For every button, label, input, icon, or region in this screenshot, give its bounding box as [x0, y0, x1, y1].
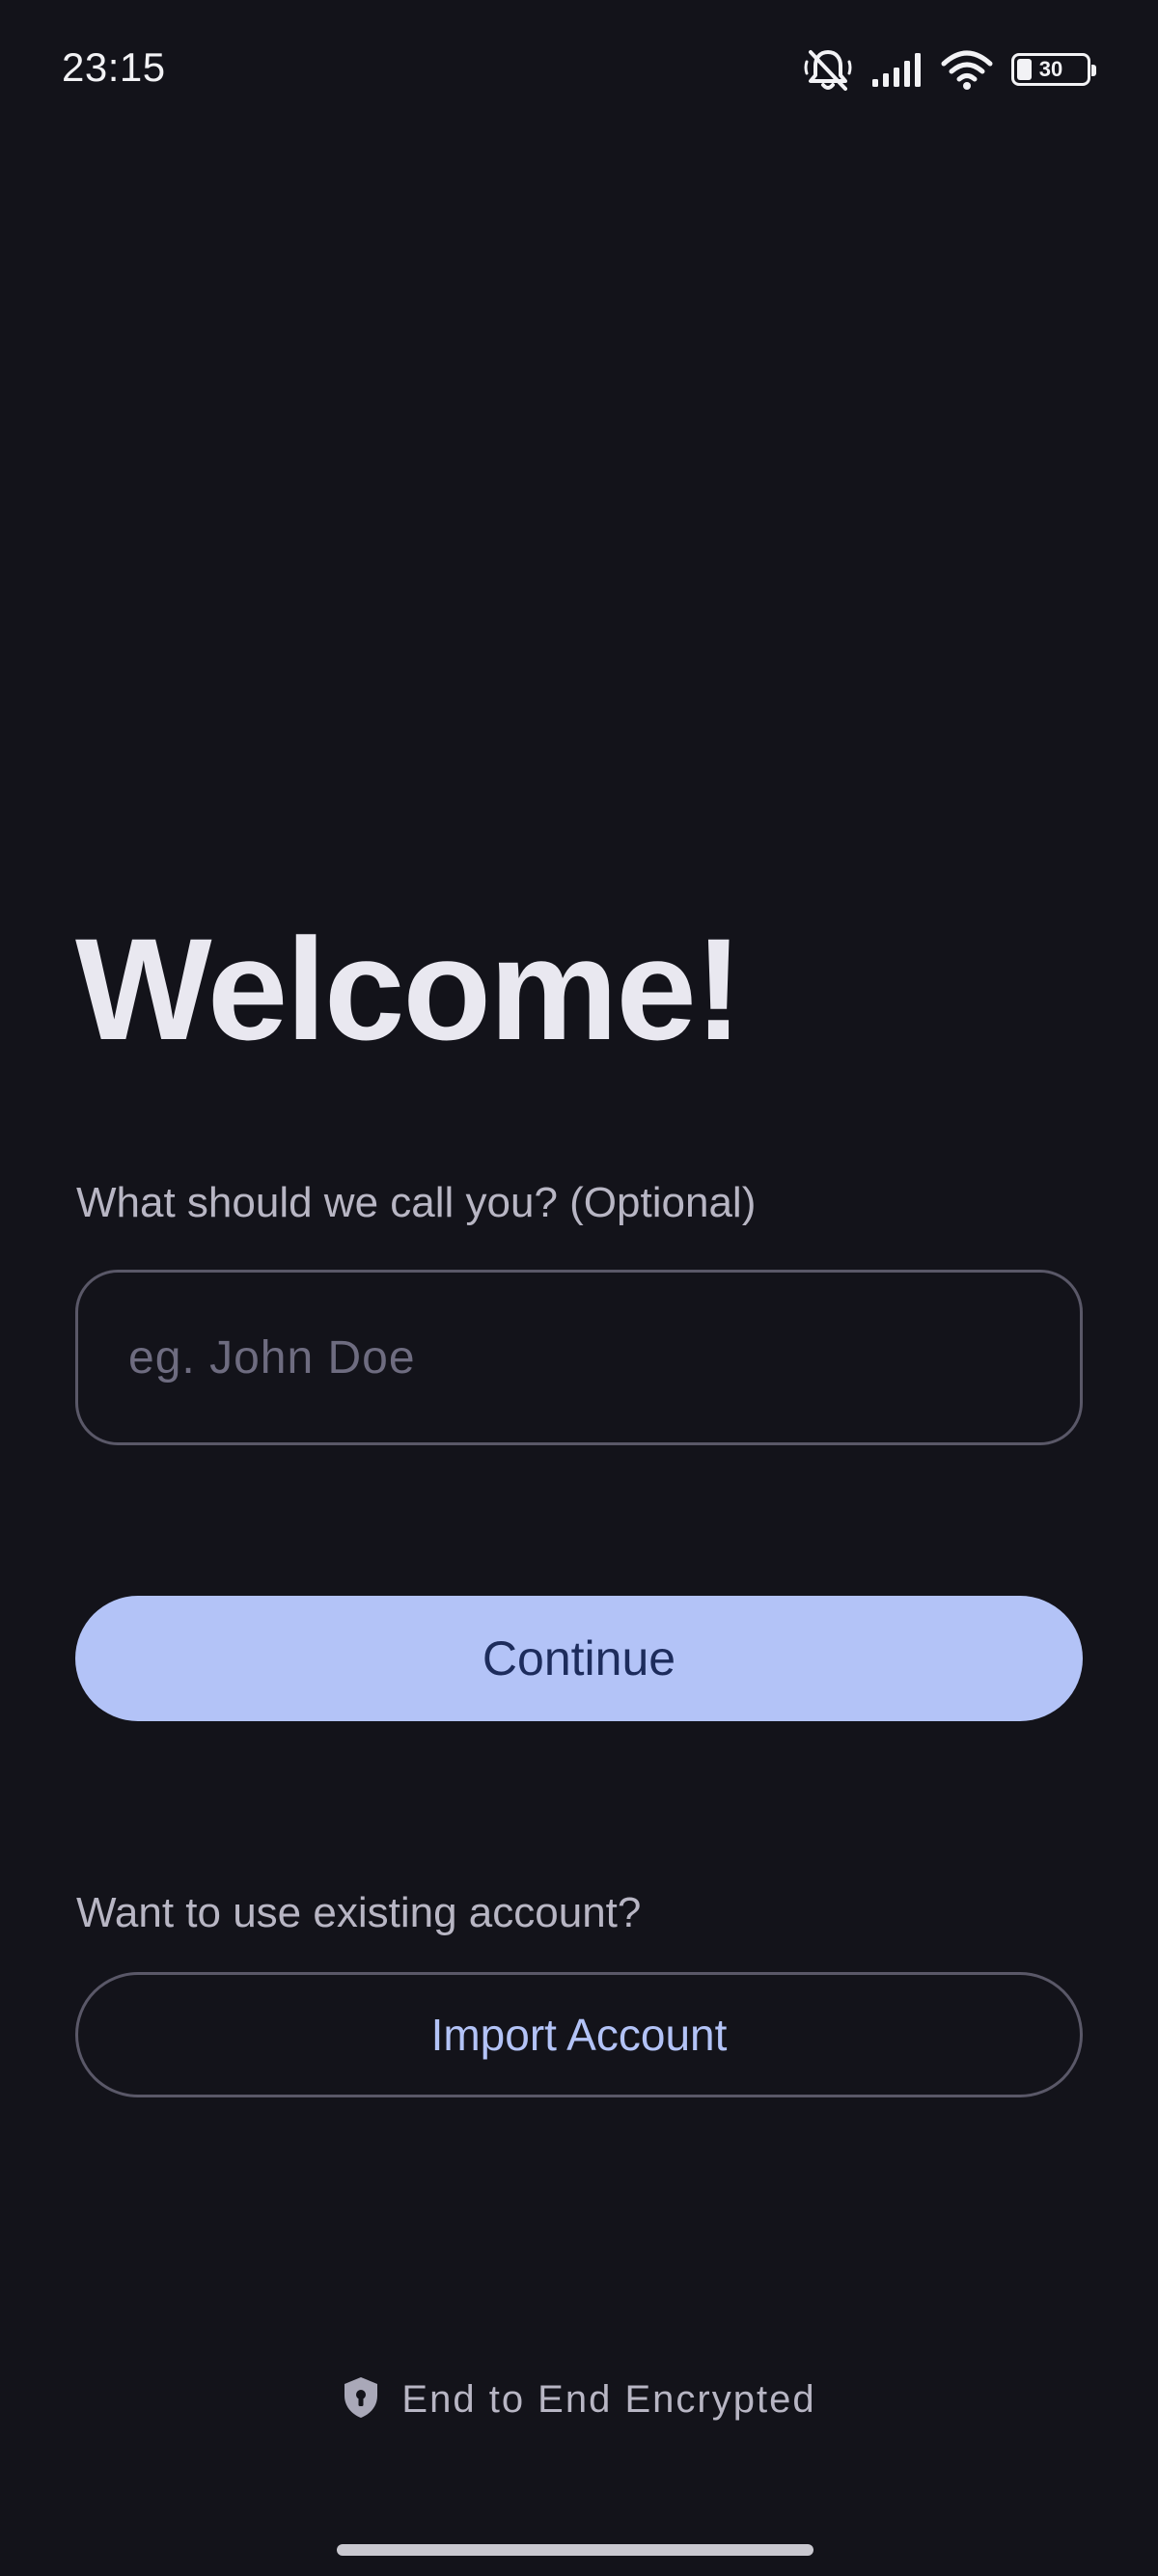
continue-button[interactable]: Continue [75, 1596, 1083, 1721]
import-account-button[interactable]: Import Account [75, 1972, 1083, 2097]
existing-account-prompt: Want to use existing account? [76, 1889, 642, 1936]
battery-level: 30 [1038, 57, 1063, 81]
name-field-label: What should we call you? (Optional) [76, 1179, 757, 1226]
status-bar: 23:15 30 [0, 0, 1158, 145]
status-icons: 30 [803, 46, 1096, 93]
status-time: 23:15 [62, 44, 166, 90]
name-input[interactable] [75, 1270, 1083, 1445]
encryption-label: End to End Encrypted [401, 2378, 816, 2421]
shield-lock-icon [342, 2375, 380, 2425]
signal-icon [870, 50, 923, 89]
battery-icon: 30 [1011, 53, 1096, 86]
bell-off-icon [803, 46, 853, 93]
wifi-icon [940, 48, 994, 91]
encryption-note: End to End Encrypted [0, 2375, 1158, 2425]
home-indicator[interactable] [337, 2544, 813, 2556]
page-title: Welcome! [75, 908, 743, 1070]
